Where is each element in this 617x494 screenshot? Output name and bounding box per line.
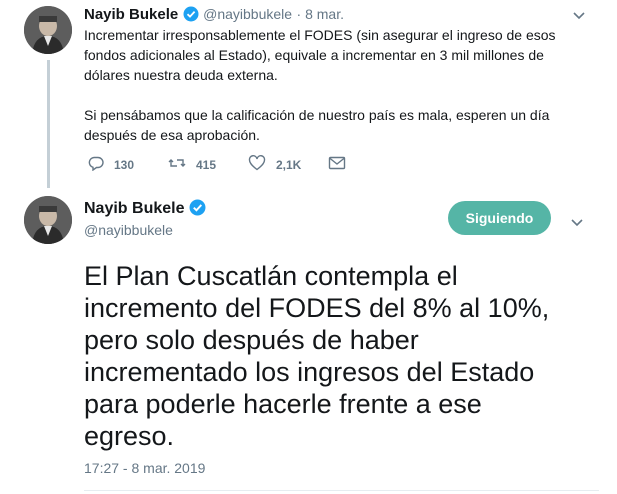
author-name[interactable]: Nayib Bukele <box>84 6 178 23</box>
author-handle[interactable]: @nayibbukele <box>203 6 292 22</box>
retweet-button[interactable]: 415 <box>168 155 248 174</box>
author-handle[interactable]: @nayibbukele <box>84 222 173 238</box>
chevron-down-icon[interactable] <box>572 8 586 26</box>
tweet-1-header: Nayib Bukele @nayibbukele · 8 mar. <box>84 6 344 27</box>
avatar[interactable] <box>24 6 72 54</box>
verified-badge-icon <box>183 6 199 27</box>
tweet-1-text: Incrementar irresponsablemente el FODES … <box>84 27 556 143</box>
author-name[interactable]: Nayib Bukele <box>84 200 184 217</box>
like-icon <box>248 155 276 174</box>
like-button[interactable]: 2,1K <box>248 155 328 174</box>
tweet-text-line: El Plan Cuscatlán contempla el <box>84 261 458 291</box>
reply-button[interactable]: 130 <box>88 155 168 174</box>
tweet-text-line: egreso. <box>84 421 175 451</box>
tweet-text-line: pero solo después de haber <box>84 325 419 355</box>
divider <box>84 490 599 491</box>
message-icon <box>328 156 356 173</box>
thread-line <box>47 60 50 188</box>
tweet-time[interactable]: · 8 mar. <box>297 6 344 22</box>
tweet-2-author: Nayib Bukele <box>84 199 206 221</box>
verified-badge-icon <box>189 199 206 221</box>
avatar[interactable] <box>24 196 72 244</box>
retweet-icon <box>168 155 196 174</box>
following-button[interactable]: Siguiendo <box>448 201 551 235</box>
tweet-text-line: incrementado los ingresos del Estado <box>84 357 535 387</box>
tweet-text-line: incremento del FODES del 8% al 10%, <box>84 293 550 323</box>
reply-count: 130 <box>114 157 135 172</box>
tweet-1-actions: 130 415 2,1K <box>88 155 356 174</box>
like-count: 2,1K <box>276 157 302 172</box>
chevron-down-icon[interactable] <box>570 215 584 233</box>
tweet-2-text: El Plan Cuscatlán contempla el increment… <box>84 260 609 452</box>
message-button[interactable] <box>328 156 356 173</box>
reply-icon <box>88 155 114 174</box>
tweet-timestamp[interactable]: 17:27 - 8 mar. 2019 <box>84 460 205 476</box>
tweet-text-line: para poderle hacerle frente a ese <box>84 389 482 419</box>
retweet-count: 415 <box>196 157 217 172</box>
